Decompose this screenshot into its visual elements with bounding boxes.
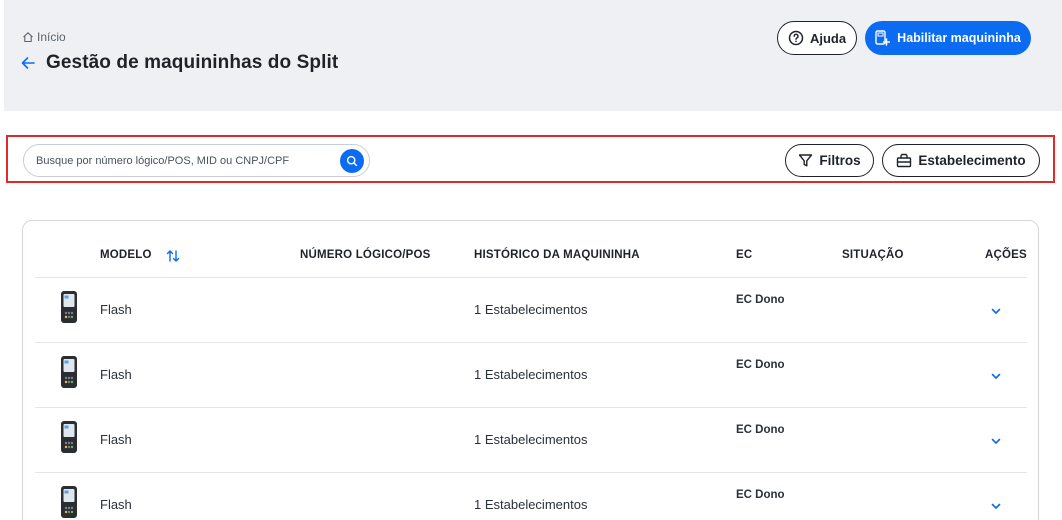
pos-device-icon (61, 291, 77, 323)
cell-ec: EC Dono (736, 424, 785, 436)
chevron-down-icon[interactable] (989, 499, 1003, 513)
help-circle-icon (788, 30, 804, 46)
store-icon (897, 153, 912, 168)
filter-icon (799, 154, 813, 167)
breadcrumb[interactable]: Início (22, 30, 66, 44)
pos-device-icon (61, 486, 77, 518)
cell-modelo: Flash (100, 367, 132, 382)
cell-ec: EC Dono (736, 359, 785, 371)
cell-historico: 1 Estabelecimentos (474, 497, 588, 512)
table-row[interactable]: Flash 1 Estabelecimentos EC Dono (35, 342, 1027, 407)
pos-device-icon (61, 421, 77, 453)
pos-table: MODELO NÚMERO LÓGICO/POS HISTÓRICO DA MA… (22, 220, 1039, 520)
cell-ec: EC Dono (736, 294, 785, 306)
cell-modelo: Flash (100, 432, 132, 447)
establishment-button[interactable]: Estabelecimento (882, 144, 1040, 177)
cell-ec: EC Dono (736, 489, 785, 501)
page-title: Gestão de maquininhas do Split (46, 52, 339, 73)
filter-bar: Filtros Estabelecimento (6, 135, 1055, 183)
breadcrumb-home-link[interactable]: Início (37, 30, 66, 44)
cell-historico: 1 Estabelecimentos (474, 432, 588, 447)
cell-modelo: Flash (100, 302, 132, 317)
cell-historico: 1 Estabelecimentos (474, 302, 588, 317)
page-header: Início Gestão de maquininhas do Split Aj… (4, 0, 1062, 111)
table-row[interactable]: Flash 1 Estabelecimentos EC Dono (35, 407, 1027, 472)
column-header-historico: HISTÓRICO DA MAQUININHA (474, 249, 640, 261)
table-row[interactable]: Flash 1 Estabelecimentos EC Dono (35, 472, 1027, 520)
help-button-label: Ajuda (809, 30, 847, 46)
filters-button[interactable]: Filtros (785, 144, 874, 177)
help-button[interactable]: Ajuda (777, 21, 857, 55)
back-button[interactable] (19, 54, 37, 72)
table-row[interactable]: Flash 1 Estabelecimentos EC Dono (35, 277, 1027, 342)
pos-add-icon (875, 30, 891, 46)
search-icon (346, 155, 358, 167)
column-header-acoes: AÇÕES (985, 249, 1027, 261)
chevron-down-icon[interactable] (989, 369, 1003, 383)
search-button[interactable] (340, 149, 364, 173)
column-header-ec: EC (736, 249, 753, 261)
chevron-down-icon[interactable] (989, 304, 1003, 318)
chevron-down-icon[interactable] (989, 434, 1003, 448)
pos-device-icon (61, 356, 77, 388)
enable-pos-button[interactable]: Habilitar maquininha (865, 21, 1031, 55)
cell-modelo: Flash (100, 497, 132, 512)
column-header-numero-logico: NÚMERO LÓGICO/POS (300, 249, 431, 261)
home-icon (23, 32, 33, 43)
cell-historico: 1 Estabelecimentos (474, 367, 588, 382)
arrow-left-icon (21, 57, 35, 69)
establishment-button-label: Estabelecimento (918, 153, 1026, 168)
enable-pos-button-label: Habilitar maquininha (897, 31, 1021, 45)
search-box[interactable] (23, 144, 370, 177)
column-header-situacao: SITUAÇÃO (842, 249, 904, 261)
column-header-modelo[interactable]: MODELO (100, 249, 152, 261)
filters-button-label: Filtros (819, 153, 861, 168)
sort-icon[interactable] (165, 248, 181, 264)
search-input[interactable] (36, 145, 336, 176)
